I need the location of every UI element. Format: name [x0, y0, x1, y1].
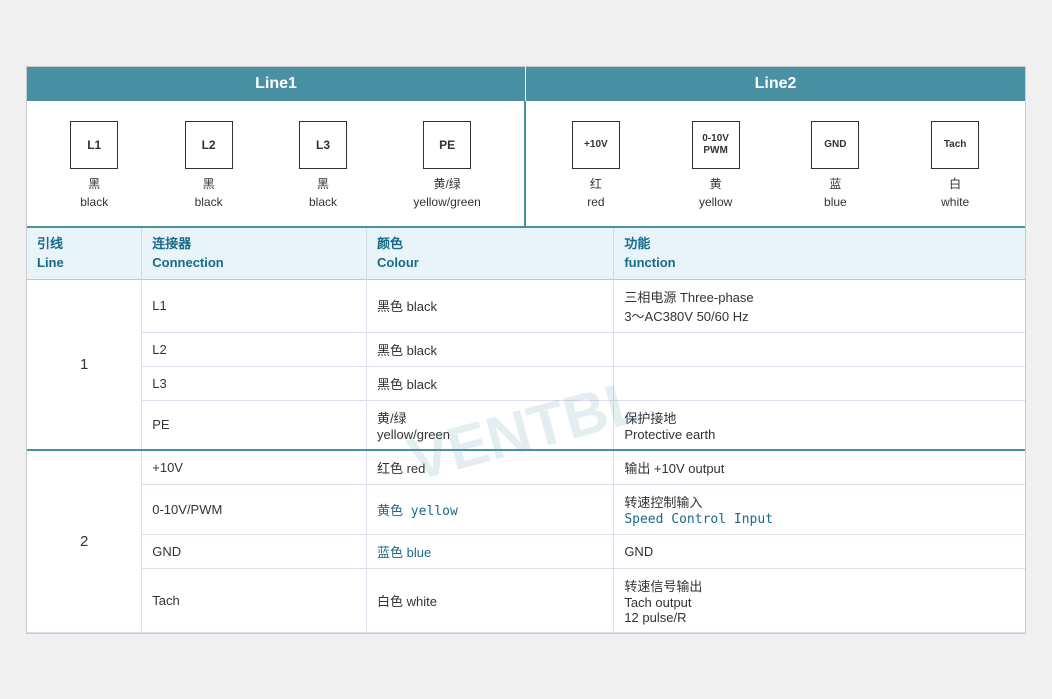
- function-cell: [614, 332, 1025, 366]
- colour-cell: 黄色 yellow: [366, 484, 613, 534]
- connector-label: 黄 yellow: [699, 175, 732, 211]
- function-cell: 保护接地 Protective earth: [614, 400, 1025, 450]
- table-row: 0-10V/PWM黄色 yellow转速控制输入 Speed Control I…: [27, 484, 1025, 534]
- connector-item: L3 黑 black: [299, 121, 347, 211]
- table-row: PE黄/绿 yellow/green保护接地 Protective earth: [27, 400, 1025, 450]
- connector-label: 黑 black: [309, 175, 337, 211]
- connector-label: 黑 black: [195, 175, 223, 211]
- col-connection: 连接器 Connection: [142, 228, 367, 280]
- connection-cell: GND: [142, 534, 367, 568]
- table-row: GND蓝色 blueGND: [27, 534, 1025, 568]
- colour-cell: 黄/绿 yellow/green: [366, 400, 613, 450]
- connector-label: 白 white: [941, 175, 969, 211]
- connector-box: Tach: [931, 121, 979, 169]
- connection-cell: Tach: [142, 568, 367, 632]
- connector-item: Tach 白 white: [931, 121, 979, 211]
- connector-item: L1 黑 black: [70, 121, 118, 211]
- line-number-cell: 1: [27, 279, 142, 450]
- function-cell: 输出 +10V output: [614, 450, 1025, 485]
- col-line: 引线 Line: [27, 228, 142, 280]
- diagram-line1: L1 黑 black L2 黑 black L3 黑 black PE 黄/绿 yellow/…: [27, 101, 526, 226]
- connector-item: GND 蓝 blue: [811, 121, 859, 211]
- connector-label: 黄/绿 yellow/green: [413, 175, 480, 211]
- table-row: 2+10V红色 red输出 +10V output: [27, 450, 1025, 485]
- header-row: Line1 Line2: [27, 67, 1025, 101]
- connection-cell: PE: [142, 400, 367, 450]
- table-wrapper: VENTBL 引线 Line 连接器 Connection 颜色 Colour …: [27, 228, 1025, 633]
- connection-cell: L3: [142, 366, 367, 400]
- connection-cell: +10V: [142, 450, 367, 485]
- connector-label: 红 red: [587, 175, 604, 211]
- connector-box: 0-10V PWM: [692, 121, 740, 169]
- colour-cell: 蓝色 blue: [366, 534, 613, 568]
- connector-item: +10V 红 red: [572, 121, 620, 211]
- connection-cell: L2: [142, 332, 367, 366]
- diagram-row: L1 黑 black L2 黑 black L3 黑 black PE 黄/绿 yellow/…: [27, 101, 1025, 228]
- table-row: Tach白色 white转速信号输出 Tach output 12 pulse/…: [27, 568, 1025, 632]
- connector-box: PE: [423, 121, 471, 169]
- colour-cell: 白色 white: [366, 568, 613, 632]
- diagram-line2: +10V 红 red 0-10V PWM 黄 yellow GND 蓝 blue Tach 白…: [526, 101, 1025, 226]
- connector-item: L2 黑 black: [185, 121, 233, 211]
- connector-box: L3: [299, 121, 347, 169]
- colour-cell: 黑色 black: [366, 279, 613, 332]
- colour-cell: 黑色 black: [366, 366, 613, 400]
- line-number-cell: 2: [27, 450, 142, 633]
- table-row: L3黑色 black: [27, 366, 1025, 400]
- header-line1: Line1: [27, 67, 526, 101]
- line1-header-label: Line1: [255, 75, 297, 92]
- col-colour: 颜色 Colour: [366, 228, 613, 280]
- connector-item: PE 黄/绿 yellow/green: [413, 121, 480, 211]
- connector-box: GND: [811, 121, 859, 169]
- connector-label: 蓝 blue: [824, 175, 847, 211]
- connector-box: L2: [185, 121, 233, 169]
- main-container: Line1 Line2 L1 黑 black L2 黑 black L3 黑 black P…: [26, 66, 1026, 634]
- connection-cell: 0-10V/PWM: [142, 484, 367, 534]
- connector-label: 黑 black: [80, 175, 108, 211]
- connector-box: +10V: [572, 121, 620, 169]
- connector-box: L1: [70, 121, 118, 169]
- connector-item: 0-10V PWM 黄 yellow: [692, 121, 740, 211]
- function-cell: 三相电源 Three-phase 3～AC380V 50/60 Hz: [614, 279, 1025, 332]
- wiring-table: 引线 Line 连接器 Connection 颜色 Colour 功能 func…: [27, 228, 1025, 633]
- function-cell: [614, 366, 1025, 400]
- colour-cell: 黑色 black: [366, 332, 613, 366]
- connection-cell: L1: [142, 279, 367, 332]
- function-cell: GND: [614, 534, 1025, 568]
- col-function: 功能 function: [614, 228, 1025, 280]
- table-row: 1L1黑色 black三相电源 Three-phase 3～AC380V 50/…: [27, 279, 1025, 332]
- table-row: L2黑色 black: [27, 332, 1025, 366]
- colour-cell: 红色 red: [366, 450, 613, 485]
- function-cell: 转速信号输出 Tach output 12 pulse/R: [614, 568, 1025, 632]
- function-cell: 转速控制输入 Speed Control Input: [614, 484, 1025, 534]
- line2-header-label: Line2: [755, 75, 797, 92]
- header-line2: Line2: [526, 67, 1025, 101]
